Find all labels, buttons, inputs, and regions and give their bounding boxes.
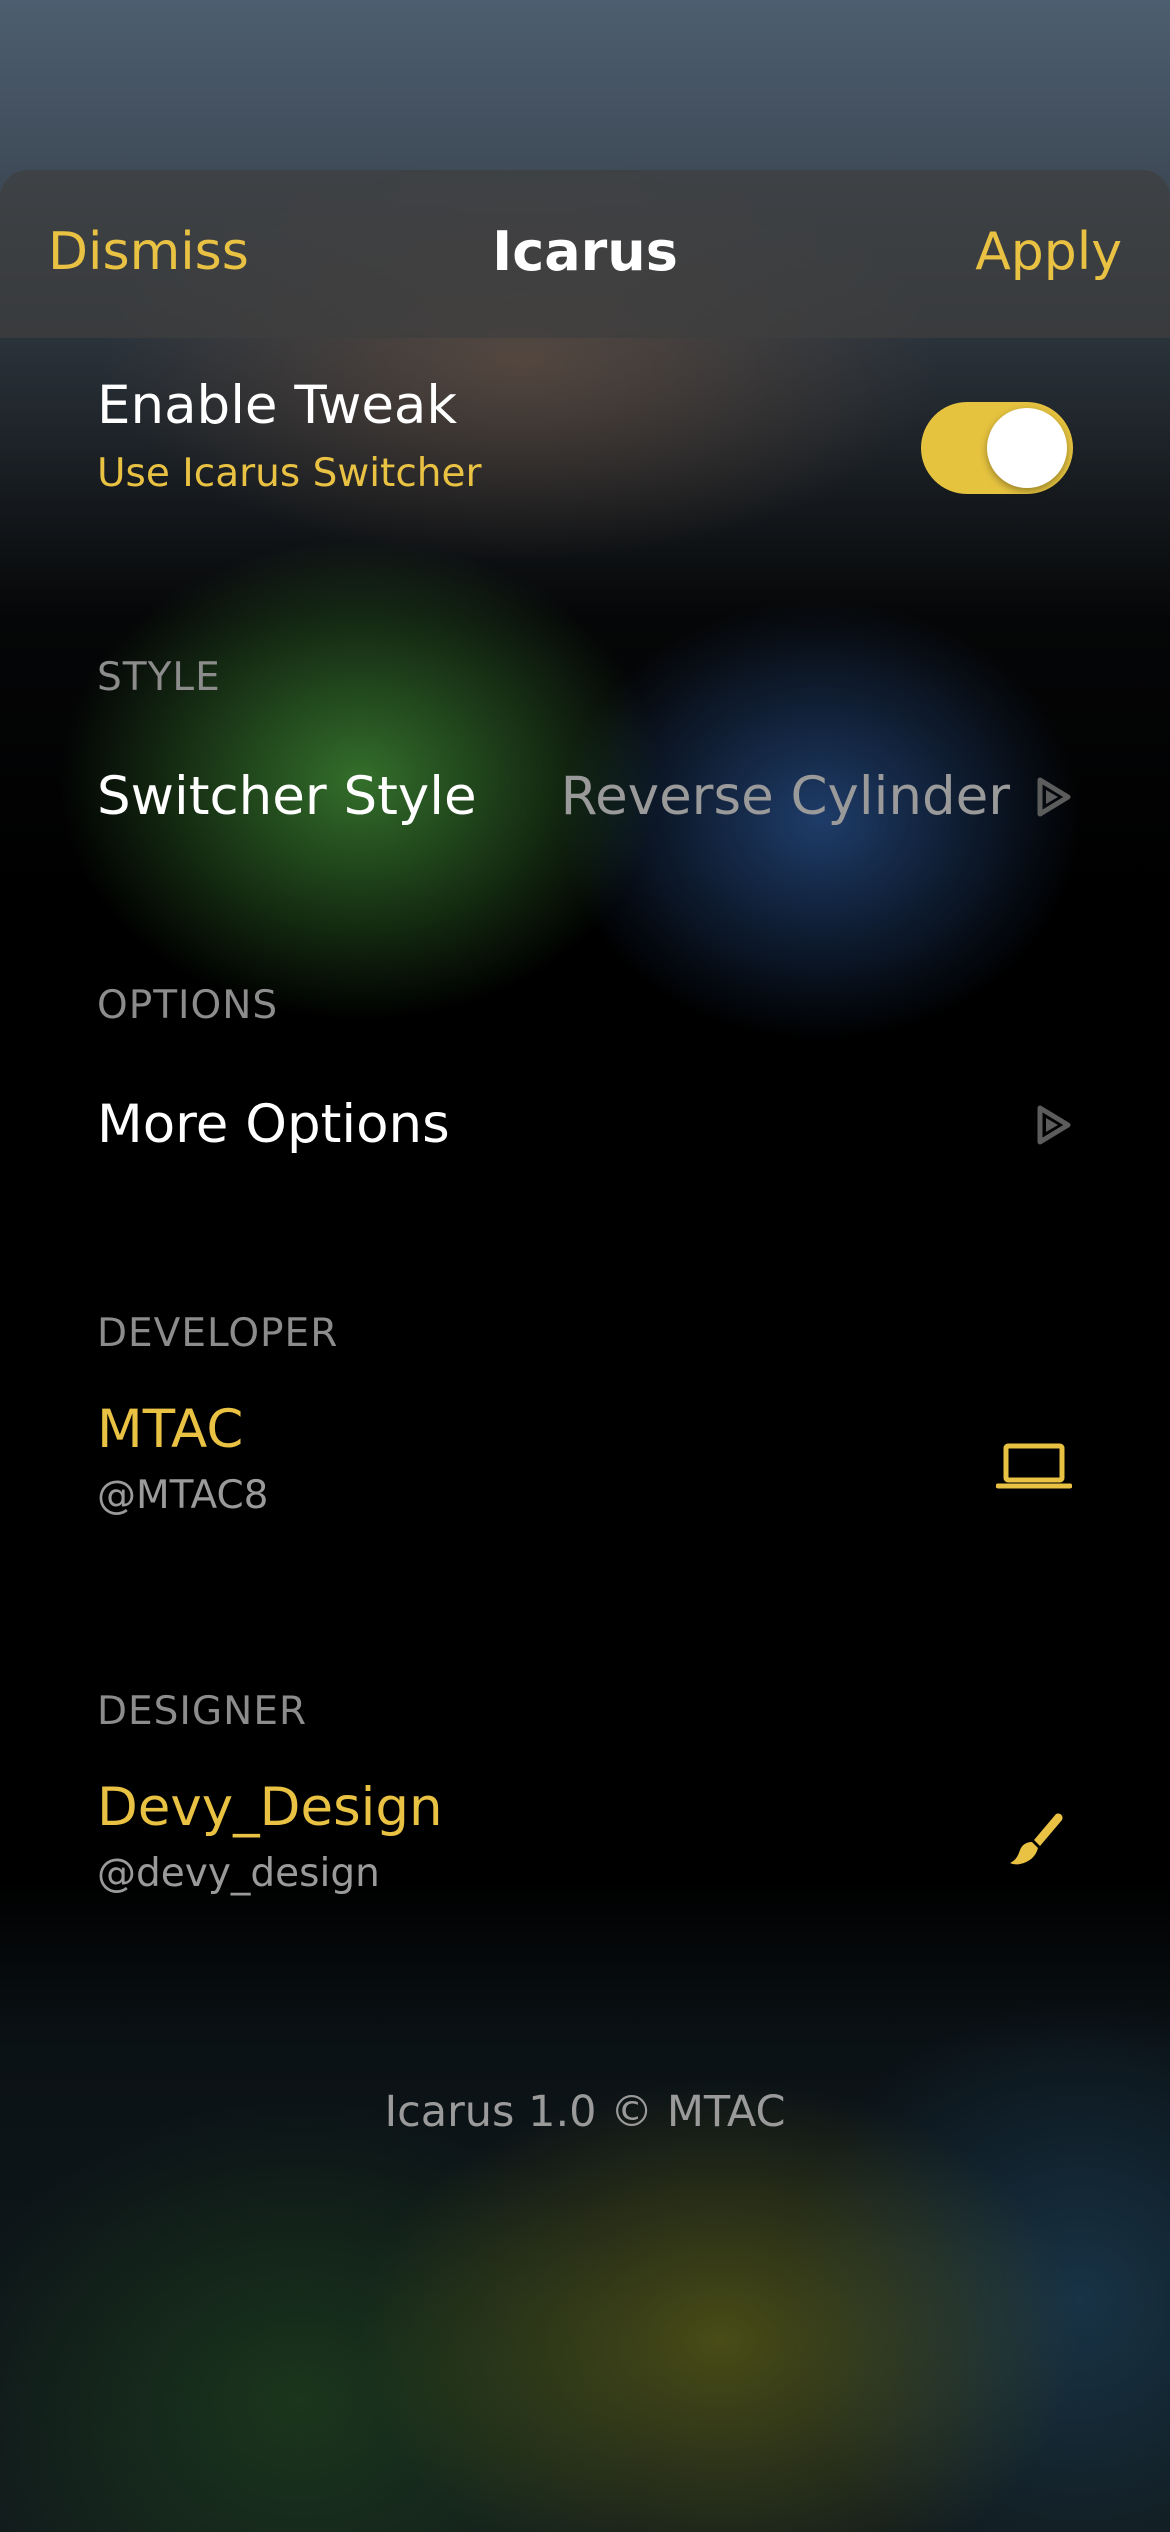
designer-name: Devy_Design	[97, 1777, 443, 1838]
chevron-right-icon	[1037, 1105, 1071, 1145]
switcher-style-label: Switcher Style	[97, 766, 477, 827]
more-options-label: More Options	[97, 1094, 450, 1155]
switcher-style-row[interactable]: Switcher Style Reverse Cylinder	[0, 732, 1170, 862]
developer-name: MTAC	[97, 1399, 244, 1460]
more-options-row[interactable]: More Options	[0, 1060, 1170, 1190]
toggle-knob	[987, 408, 1067, 488]
developer-row[interactable]: MTAC @MTAC8	[0, 1390, 1170, 1560]
apply-button[interactable]: Apply	[975, 222, 1122, 282]
footer-version: Icarus 1.0 © MTAC	[384, 2087, 786, 2137]
enable-tweak-toggle[interactable]	[921, 402, 1073, 494]
preferences-sheet: Dismiss Icarus Apply Enable Tweak Use Ic…	[0, 170, 1170, 2532]
enable-tweak-title: Enable Tweak	[97, 375, 458, 436]
navigation-bar: Dismiss Icarus Apply	[0, 170, 1170, 338]
screen: Dismiss Icarus Apply Enable Tweak Use Ic…	[0, 0, 1170, 2532]
enable-tweak-row: Enable Tweak Use Icarus Switcher	[0, 368, 1170, 518]
section-header-options: OPTIONS	[97, 983, 279, 1028]
laptop-icon	[996, 1443, 1072, 1489]
switcher-style-value: Reverse Cylinder	[560, 766, 1010, 827]
designer-handle: @devy_design	[97, 1851, 380, 1896]
developer-handle: @MTAC8	[97, 1473, 269, 1518]
section-header-developer: DEVELOPER	[97, 1311, 339, 1356]
designer-row[interactable]: Devy_Design @devy_design	[0, 1768, 1170, 1938]
enable-tweak-subtitle: Use Icarus Switcher	[97, 451, 482, 496]
section-header-designer: DESIGNER	[97, 1689, 308, 1734]
chevron-right-icon	[1037, 777, 1071, 817]
section-header-style: STYLE	[97, 655, 221, 700]
paintbrush-icon	[1010, 1813, 1063, 1865]
